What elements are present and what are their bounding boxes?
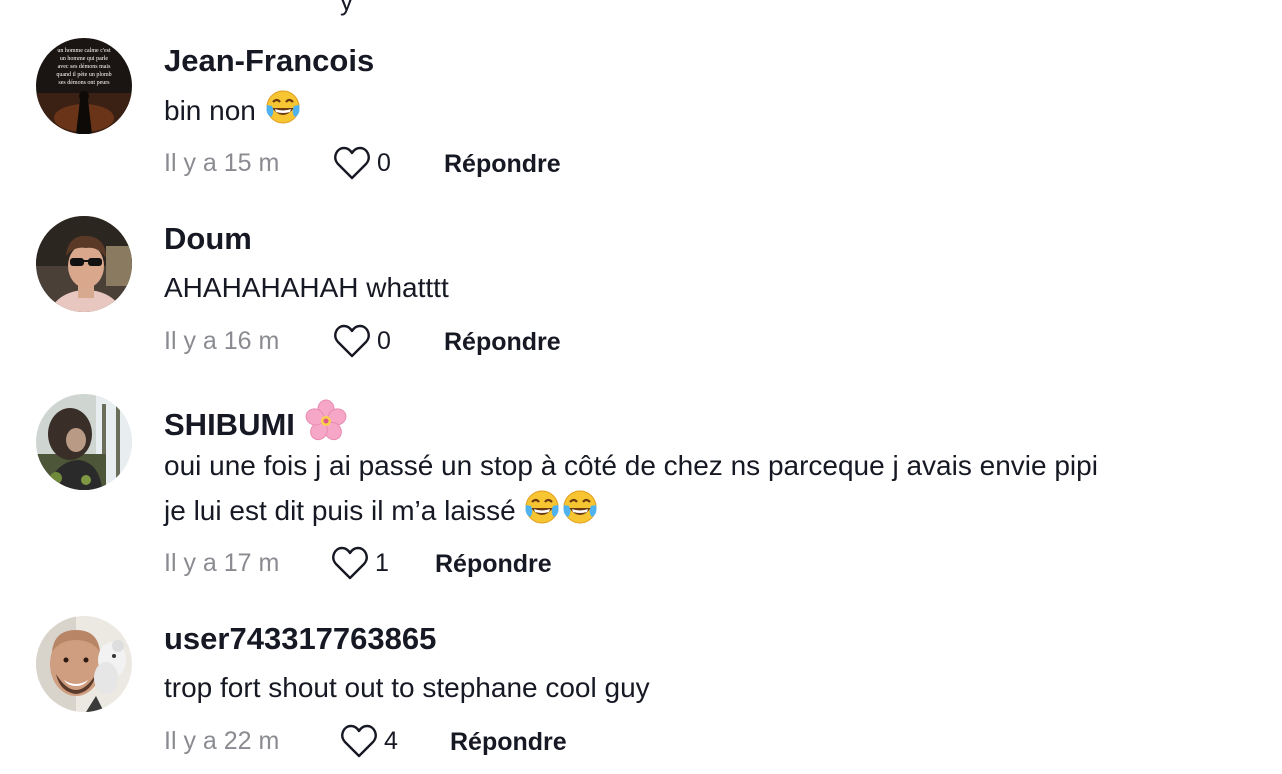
comment-text-content: trop fort shout out to stephane cool guy [164,672,650,703]
reply-button[interactable]: Répondre [444,150,561,179]
comment-username[interactable]: user743317763865 [164,621,436,657]
like-count: 4 [384,726,398,755]
comment-timestamp: Il y a 22 m [164,726,280,755]
like-count: 0 [377,148,391,177]
like-count: 0 [377,326,391,355]
comment-username[interactable]: Doum [164,221,252,257]
heart-outline-icon [331,545,369,581]
comment-text: bin non [164,88,1244,139]
svg-text:avec ses démons mais: avec ses démons mais [58,64,111,70]
comment-list: y un homme calme c'est un homme qui parl… [0,0,1282,774]
comment-text: AHAHAHAHAH whatttt [164,266,1244,310]
svg-text:un homme calme c'est: un homme calme c'est [57,48,111,54]
reply-button[interactable]: Répondre [444,328,561,357]
like-button[interactable]: 0 [333,323,391,359]
heart-outline-icon [340,723,378,759]
previous-comment-fragment: y [340,0,353,16]
comment-meta: Il y a 22 m [164,721,279,761]
avatar[interactable] [36,616,132,712]
like-button[interactable]: 1 [331,545,389,581]
heart-outline-icon [333,323,371,359]
comment-meta: Il y a 17 m [164,543,279,583]
comment-meta: Il y a 15 m [164,143,279,183]
comment-timestamp: Il y a 16 m [164,326,280,355]
tears-of-joy-emoji [561,488,599,539]
like-button[interactable]: 4 [340,723,398,759]
like-button[interactable]: 0 [333,145,391,181]
comment-text: trop fort shout out to stephane cool guy [164,666,1244,710]
tears-of-joy-emoji [264,88,302,139]
reply-button[interactable]: Répondre [450,728,567,757]
comment-meta: Il y a 16 m [164,321,279,361]
comment-timestamp: Il y a 15 m [164,148,280,177]
comment-text-content: bin non [164,95,256,126]
avatar[interactable]: un homme calme c'est un homme qui parle … [36,38,132,134]
comment-username[interactable]: Jean-Francois [164,43,374,79]
heart-outline-icon [333,145,371,181]
tears-of-joy-emoji [523,488,561,539]
comment-text-content: AHAHAHAHAH whatttt [164,272,449,303]
reply-button[interactable]: Répondre [435,550,552,579]
like-count: 1 [375,548,389,577]
avatar[interactable] [36,216,132,312]
svg-text:ses démons ont peurs: ses démons ont peurs [58,80,110,86]
comment-text-line: oui une fois j ai passé un stop à côté d… [164,450,1098,481]
avatar[interactable] [36,394,132,490]
svg-text:un homme qui parle: un homme qui parle [60,56,108,62]
comment-text: oui une fois j ai passé un stop à côté d… [164,444,1244,539]
svg-text:quand il pète un plomb: quand il pète un plomb [56,72,111,78]
comment-timestamp: Il y a 17 m [164,548,280,577]
comment-text-line: je lui est dit puis il m’a laissé [164,488,1244,539]
